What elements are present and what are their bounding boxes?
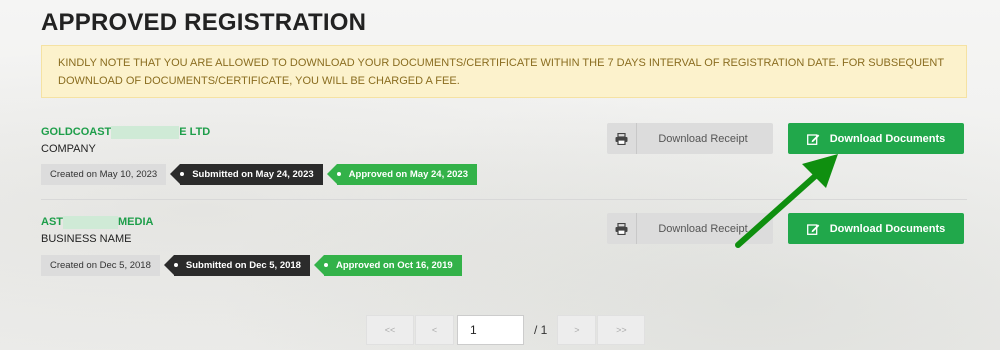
page-title: APPROVED REGISTRATION: [41, 9, 367, 36]
status-tags: Created on Dec 5, 2018 Submitted on Dec …: [41, 255, 462, 276]
registration-name-prefix: AST: [41, 216, 63, 228]
annotation-arrow-icon: [735, 154, 838, 248]
redaction: [111, 125, 180, 139]
page-number-input[interactable]: [457, 315, 524, 345]
created-tag: Created on May 10, 2023: [41, 164, 167, 185]
approved-tag: Approved on Oct 16, 2019: [313, 255, 462, 276]
first-page-button[interactable]: <<: [366, 315, 414, 345]
registration-name-prefix: GOLDCOAST: [41, 126, 112, 138]
created-tag: Created on Dec 5, 2018: [41, 255, 160, 276]
registration-name-suffix: MEDIA: [118, 216, 154, 228]
last-page-button[interactable]: >>: [597, 315, 646, 345]
pagination: << < / 1 > >>: [366, 315, 646, 345]
download-documents-label: Download Documents: [829, 132, 946, 145]
submitted-tag: Submitted on Dec 5, 2018: [163, 255, 310, 276]
download-receipt-label: Download Receipt: [658, 132, 748, 145]
printer-icon: [607, 123, 637, 154]
notice-banner: KINDLY NOTE THAT YOU ARE ALLOWED TO DOWN…: [41, 45, 967, 98]
next-page-button[interactable]: >: [557, 315, 597, 345]
printer-icon: [607, 213, 637, 244]
page-total: / 1: [534, 323, 548, 337]
edit-icon: [806, 133, 820, 145]
registration-name-suffix: E LTD: [179, 126, 211, 138]
approved-tag: Approved on May 24, 2023: [326, 164, 477, 185]
submitted-tag: Submitted on May 24, 2023: [170, 164, 323, 185]
redaction: [63, 215, 118, 229]
status-tags: Created on May 10, 2023 Submitted on May…: [41, 164, 477, 185]
prev-page-button[interactable]: <: [415, 315, 454, 345]
